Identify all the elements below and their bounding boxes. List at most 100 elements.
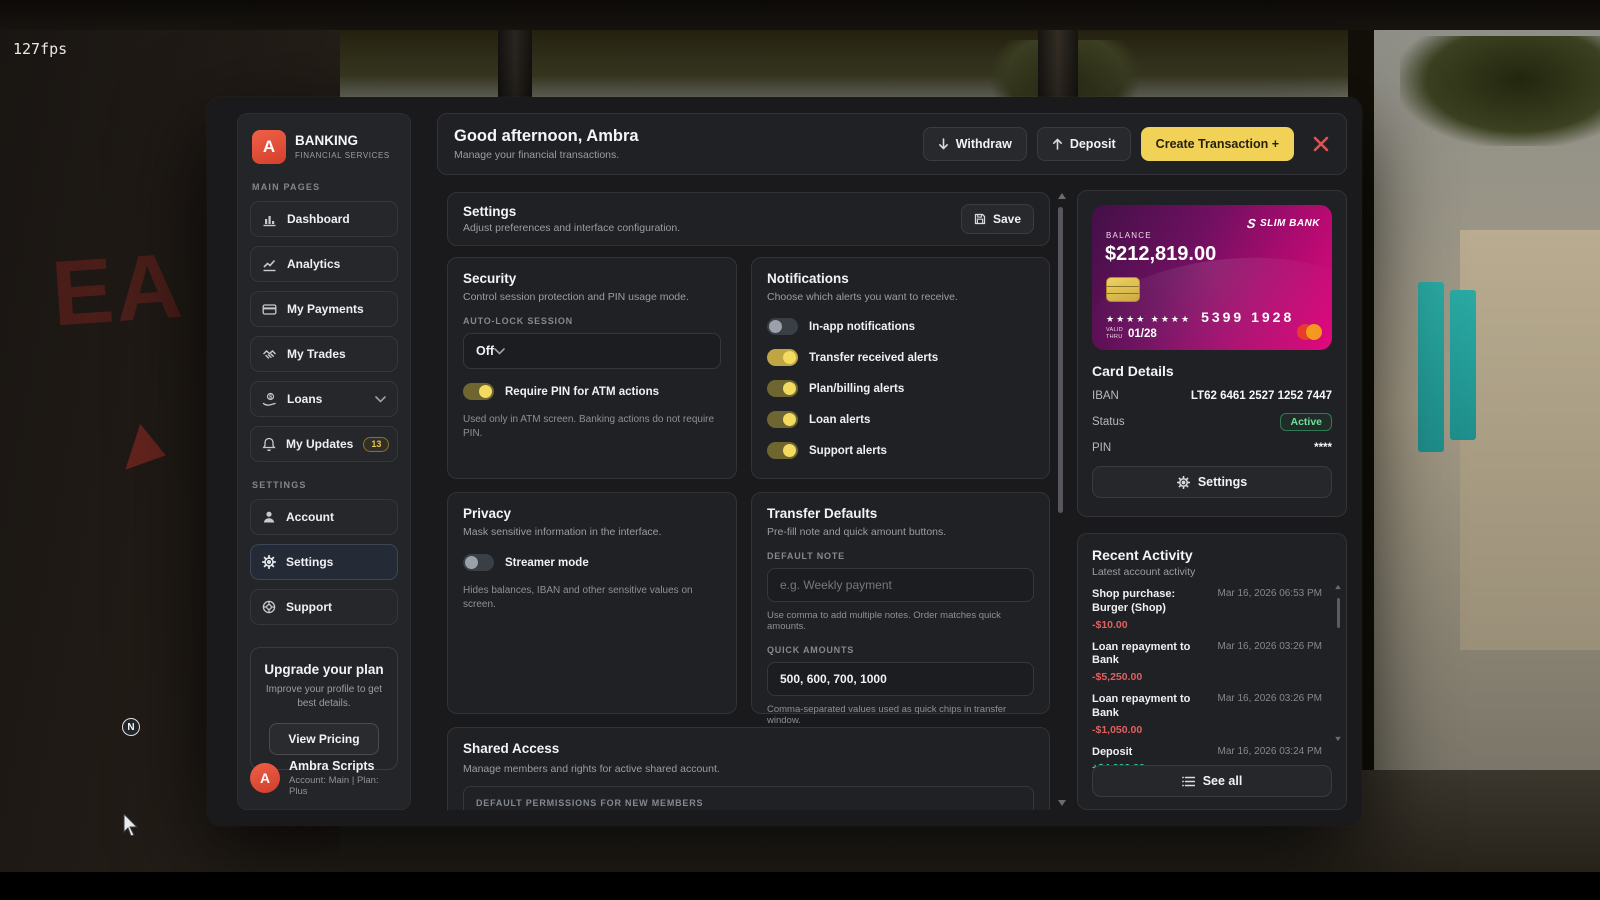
plan-billing-alerts-toggle[interactable]	[767, 380, 798, 397]
create-transaction-button[interactable]: Create Transaction +	[1141, 127, 1294, 161]
privacy-title: Privacy	[463, 506, 721, 521]
teal-banner	[1450, 290, 1476, 440]
see-all-button[interactable]: See all	[1092, 765, 1332, 797]
svg-text:$: $	[269, 394, 272, 400]
fps-counter: 127fps	[13, 40, 67, 58]
scroll-up-arrow[interactable]	[1058, 193, 1066, 199]
notifications-title: Notifications	[767, 271, 1034, 286]
activity-item[interactable]: Shop purchase: Burger (Shop) Mar 16, 202…	[1092, 588, 1332, 631]
transfer-alerts-toggle[interactable]	[767, 349, 798, 366]
activity-item[interactable]: Loan repayment to Bank Mar 16, 2026 03:2…	[1092, 693, 1332, 736]
loan-alerts-toggle[interactable]	[767, 411, 798, 428]
sidebar-item-my-payments[interactable]: My Payments	[250, 291, 398, 327]
sidebar-item-analytics[interactable]: Analytics	[250, 246, 398, 282]
toggle-label: Transfer received alerts	[809, 352, 938, 364]
activity-scroll-up-arrow[interactable]	[1335, 585, 1341, 589]
sidebar-item-dashboard[interactable]: Dashboard	[250, 201, 398, 237]
sidebar-item-account[interactable]: Account	[250, 499, 398, 535]
person-icon	[262, 510, 276, 524]
sign-letters: EA	[48, 234, 187, 348]
settings-page-header: Settings Adjust preferences and interfac…	[447, 192, 1050, 246]
create-transaction-label: Create Transaction +	[1156, 137, 1279, 151]
security-title: Security	[463, 271, 721, 286]
streamer-mode-label: Streamer mode	[505, 557, 589, 569]
withdraw-button[interactable]: Withdraw	[923, 127, 1027, 161]
inapp-notifications-toggle[interactable]	[767, 318, 798, 335]
view-pricing-button[interactable]: View Pricing	[269, 723, 378, 755]
user-name: Ambra Scripts	[289, 759, 398, 773]
deposit-button[interactable]: Deposit	[1037, 127, 1131, 161]
activity-item-date: Mar 16, 2026 03:24 PM	[1217, 746, 1322, 760]
card-number-mask: ★★★★ ★★★★	[1106, 314, 1191, 325]
card-number: ★★★★ ★★★★ 5399 1928	[1106, 309, 1294, 325]
sidebar-item-loans[interactable]: $ Loans	[250, 381, 398, 417]
save-button[interactable]: Save	[961, 204, 1034, 234]
settings-content: Settings Adjust preferences and interfac…	[437, 190, 1059, 810]
brand-logo: A	[252, 130, 286, 164]
quick-amounts-label: QUICK AMOUNTS	[767, 645, 1034, 655]
quick-amounts-input[interactable]	[767, 662, 1034, 696]
recent-activity-subtitle: Latest account activity	[1092, 566, 1332, 578]
slim-bank-logo: S SLIM BANK	[1247, 216, 1320, 231]
autolock-select[interactable]: Off	[463, 333, 721, 369]
credit-card-icon	[262, 302, 277, 317]
toggle-label: Plan/billing alerts	[809, 383, 904, 395]
transfer-defaults-card: Transfer Defaults Pre-fill note and quic…	[751, 492, 1050, 714]
card-number-last: 5399 1928	[1201, 309, 1294, 325]
sidebar-item-my-updates[interactable]: My Updates 13	[250, 426, 398, 462]
privacy-card: Privacy Mask sensitive information in th…	[447, 492, 737, 714]
list-icon	[1182, 776, 1195, 787]
card-chip-icon	[1106, 277, 1140, 302]
shared-access-card: Shared Access Manage members and rights …	[447, 727, 1050, 810]
close-icon[interactable]	[1312, 135, 1330, 153]
slim-bank-name: SLIM BANK	[1260, 218, 1320, 229]
streamer-mode-toggle[interactable]	[463, 554, 494, 571]
activity-item-title: Loan repayment to Bank	[1092, 693, 1209, 721]
loan-icon: $	[262, 392, 277, 407]
default-permissions-box: DEFAULT PERMISSIONS FOR NEW MEMBERS	[463, 786, 1034, 810]
mastercard-icon	[1297, 324, 1322, 340]
transfer-defaults-title: Transfer Defaults	[767, 506, 1034, 521]
page-title: Good afternoon, Ambra	[454, 127, 639, 146]
activity-item-amount: -$1,050.00	[1092, 724, 1322, 736]
transfer-defaults-subtitle: Pre-fill note and quick amount buttons.	[767, 526, 1034, 538]
require-pin-toggle[interactable]	[463, 383, 494, 400]
scroll-down-arrow[interactable]	[1058, 800, 1066, 806]
sidebar-item-support[interactable]: Support	[250, 589, 398, 625]
security-note: Used only in ATM screen. Banking actions…	[463, 413, 721, 441]
sidebar-item-label: My Updates	[286, 437, 353, 451]
sidebar-item-label: My Trades	[287, 347, 346, 361]
default-note-input[interactable]	[767, 568, 1034, 602]
save-icon	[974, 213, 986, 225]
activity-item-date: Mar 16, 2026 03:26 PM	[1217, 693, 1322, 721]
mouse-cursor	[122, 814, 139, 836]
iban-label: IBAN	[1092, 390, 1119, 402]
user-meta: Account: Main | Plan: Plus	[289, 775, 398, 797]
sidebar-item-label: Analytics	[287, 257, 340, 271]
recent-activity-title: Recent Activity	[1092, 547, 1332, 563]
teal-banner	[1418, 282, 1444, 452]
arrow-down-icon	[938, 138, 949, 150]
sidebar-item-settings[interactable]: Settings	[250, 544, 398, 580]
toggle-label: Support alerts	[809, 445, 887, 457]
activity-scrollbar[interactable]	[1337, 598, 1340, 628]
banking-modal: A BANKING FINANCIAL SERVICES MAIN PAGES …	[207, 97, 1362, 826]
bar-chart-icon	[262, 212, 277, 227]
activity-item[interactable]: Loan repayment to Bank Mar 16, 2026 03:2…	[1092, 641, 1332, 684]
brand-title: BANKING	[295, 134, 390, 149]
default-note-label: DEFAULT NOTE	[767, 551, 1034, 561]
settings-subtitle: Adjust preferences and interface configu…	[463, 222, 680, 234]
page-subtitle: Manage your financial transactions.	[454, 149, 639, 161]
card-settings-button[interactable]: Settings	[1092, 466, 1332, 498]
support-alerts-toggle[interactable]	[767, 442, 798, 459]
handshake-icon	[262, 347, 277, 362]
sidebar-item-my-trades[interactable]: My Trades	[250, 336, 398, 372]
main-pages-label: MAIN PAGES	[252, 182, 396, 192]
brand-subtitle: FINANCIAL SERVICES	[295, 151, 390, 160]
settings-section-label: SETTINGS	[252, 480, 396, 490]
updates-count-badge: 13	[363, 437, 389, 452]
main-scrollbar[interactable]	[1058, 207, 1063, 513]
gear-icon	[262, 555, 276, 569]
activity-scroll-down-arrow[interactable]	[1335, 737, 1341, 741]
letterbox-bar	[0, 872, 1600, 900]
